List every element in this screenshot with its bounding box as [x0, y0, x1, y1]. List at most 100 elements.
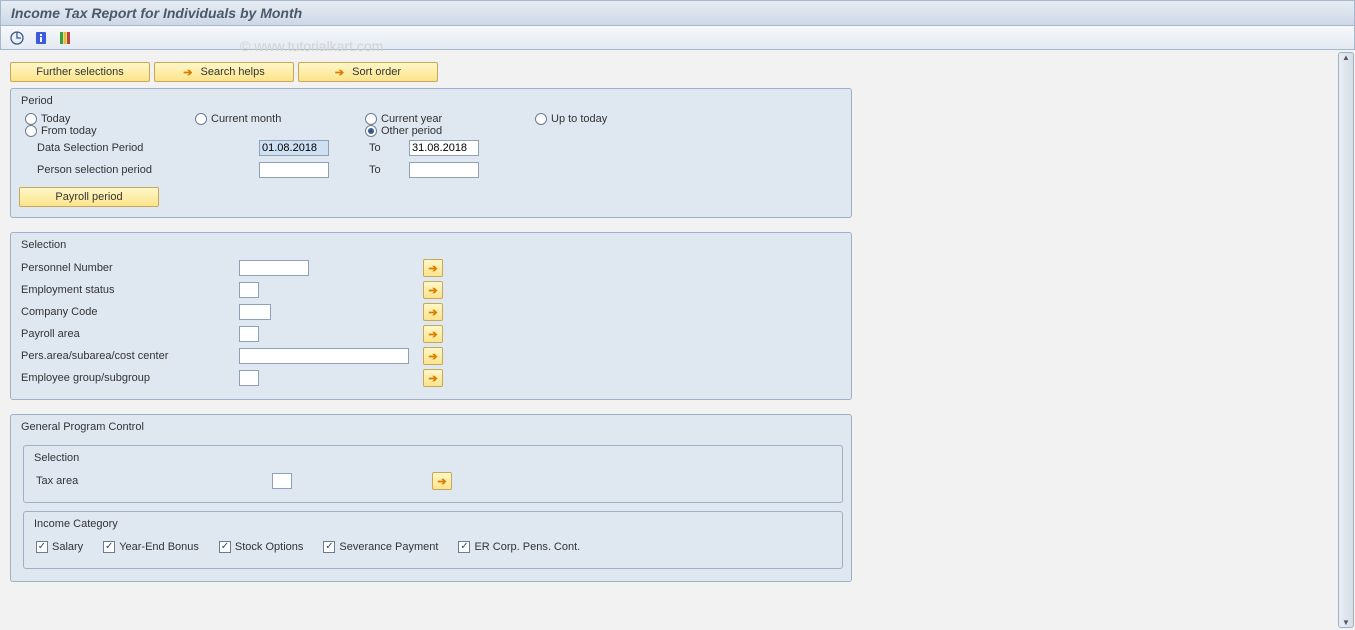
person-selection-period-label: Person selection period [19, 164, 259, 176]
company-code-label: Company Code [19, 306, 239, 318]
employment-status-input[interactable] [239, 282, 259, 298]
payroll-area-input[interactable] [239, 326, 259, 342]
check-severance-payment-label: Severance Payment [339, 541, 438, 553]
radio-up-to-today-label: Up to today [551, 113, 607, 125]
check-year-end-bonus[interactable]: Year-End Bonus [103, 541, 199, 553]
scroll-up-icon[interactable]: ▲ [1342, 53, 1350, 62]
pers-area-subarea-cost-row: Pers.area/subarea/cost center ➔ [19, 345, 843, 367]
further-selections-button[interactable]: Further selections [10, 62, 150, 82]
data-selection-from-input[interactable] [259, 140, 329, 156]
radio-dot-icon [25, 113, 37, 125]
pers-area-subarea-cost-label: Pers.area/subarea/cost center [19, 350, 239, 362]
check-er-corp-pens-cont-label: ER Corp. Pens. Cont. [474, 541, 580, 553]
period-legend: Period [19, 93, 843, 113]
tax-area-input[interactable] [272, 473, 292, 489]
app-toolbar [0, 26, 1355, 50]
arrow-right-icon: ➔ [183, 66, 192, 79]
checkbox-icon [219, 541, 231, 553]
top-button-row: Further selections ➔ Search helps ➔ Sort… [10, 62, 1329, 82]
page-title: Income Tax Report for Individuals by Mon… [0, 0, 1355, 26]
personnel-number-row: Personnel Number ➔ [19, 257, 843, 279]
gpc-selection-group: Selection Tax area ➔ [23, 445, 843, 503]
radio-current-year[interactable]: Current year [365, 113, 511, 125]
pers-area-subarea-cost-input[interactable] [239, 348, 409, 364]
data-selection-period-row: Data Selection Period To [19, 137, 843, 159]
employee-group-label: Employee group/subgroup [19, 372, 239, 384]
multiple-selection-button[interactable]: ➔ [423, 325, 443, 343]
radio-dot-icon [25, 125, 37, 137]
search-helps-label: Search helps [201, 66, 265, 78]
multiple-selection-button[interactable]: ➔ [423, 303, 443, 321]
radio-dot-icon [365, 125, 377, 137]
general-program-control-group: General Program Control Selection Tax ar… [10, 414, 852, 582]
execute-icon[interactable] [9, 30, 25, 46]
further-selections-label: Further selections [36, 66, 123, 78]
to-label: To [329, 164, 409, 176]
arrow-right-icon: ➔ [335, 66, 344, 79]
multiple-selection-button[interactable]: ➔ [423, 259, 443, 277]
company-code-input[interactable] [239, 304, 271, 320]
radio-up-to-today[interactable]: Up to today [535, 113, 681, 125]
payroll-period-button[interactable]: Payroll period [19, 187, 159, 207]
radio-today-label: Today [41, 113, 70, 125]
checkbox-icon [458, 541, 470, 553]
employee-group-row: Employee group/subgroup ➔ [19, 367, 843, 389]
radio-current-month[interactable]: Current month [195, 113, 341, 125]
checkbox-icon [103, 541, 115, 553]
payroll-period-label: Payroll period [55, 191, 122, 203]
gpc-selection-legend: Selection [32, 450, 834, 470]
radio-current-year-label: Current year [381, 113, 442, 125]
radio-current-month-label: Current month [211, 113, 281, 125]
income-category-legend: Income Category [32, 516, 834, 536]
info-icon[interactable] [33, 30, 49, 46]
payroll-area-label: Payroll area [19, 328, 239, 340]
variants-icon[interactable] [57, 30, 73, 46]
payroll-area-row: Payroll area ➔ [19, 323, 843, 345]
to-label: To [329, 142, 409, 154]
sort-order-button[interactable]: ➔ Sort order [298, 62, 438, 82]
radio-from-today[interactable]: From today [25, 125, 171, 137]
check-salary[interactable]: Salary [36, 541, 83, 553]
radio-from-today-label: From today [41, 125, 97, 137]
radio-dot-icon [365, 113, 377, 125]
radio-dot-icon [535, 113, 547, 125]
check-stock-options[interactable]: Stock Options [219, 541, 303, 553]
check-er-corp-pens-cont[interactable]: ER Corp. Pens. Cont. [458, 541, 580, 553]
multiple-selection-button[interactable]: ➔ [423, 369, 443, 387]
multiple-selection-button[interactable]: ➔ [423, 281, 443, 299]
person-selection-period-row: Person selection period To [19, 159, 843, 181]
tax-area-row: Tax area ➔ [32, 470, 834, 492]
employment-status-label: Employment status [19, 284, 239, 296]
data-selection-to-input[interactable] [409, 140, 479, 156]
period-radio-grid: Today Current month Current year Up to t… [19, 113, 843, 137]
check-stock-options-label: Stock Options [235, 541, 303, 553]
checkbox-icon [323, 541, 335, 553]
multiple-selection-button[interactable]: ➔ [423, 347, 443, 365]
multiple-selection-button[interactable]: ➔ [432, 472, 452, 490]
vertical-scrollbar[interactable]: ▲ ▼ [1338, 52, 1354, 628]
person-selection-from-input[interactable] [259, 162, 329, 178]
person-selection-to-input[interactable] [409, 162, 479, 178]
radio-other-period[interactable]: Other period [365, 125, 511, 137]
selection-legend: Selection [19, 237, 843, 257]
tax-area-label: Tax area [32, 475, 272, 487]
checkbox-icon [36, 541, 48, 553]
company-code-row: Company Code ➔ [19, 301, 843, 323]
income-category-checks: Salary Year-End Bonus Stock Options Seve… [32, 536, 834, 558]
employee-group-input[interactable] [239, 370, 259, 386]
income-category-group: Income Category Salary Year-End Bonus St… [23, 511, 843, 569]
scroll-down-icon[interactable]: ▼ [1342, 618, 1350, 627]
check-year-end-bonus-label: Year-End Bonus [119, 541, 199, 553]
personnel-number-label: Personnel Number [19, 262, 239, 274]
data-selection-period-label: Data Selection Period [19, 142, 259, 154]
search-helps-button[interactable]: ➔ Search helps [154, 62, 294, 82]
sort-order-label: Sort order [352, 66, 401, 78]
radio-dot-icon [195, 113, 207, 125]
page-title-text: Income Tax Report for Individuals by Mon… [11, 5, 302, 21]
employment-status-row: Employment status ➔ [19, 279, 843, 301]
radio-today[interactable]: Today [25, 113, 171, 125]
check-salary-label: Salary [52, 541, 83, 553]
check-severance-payment[interactable]: Severance Payment [323, 541, 438, 553]
personnel-number-input[interactable] [239, 260, 309, 276]
gpc-legend: General Program Control [19, 419, 843, 439]
